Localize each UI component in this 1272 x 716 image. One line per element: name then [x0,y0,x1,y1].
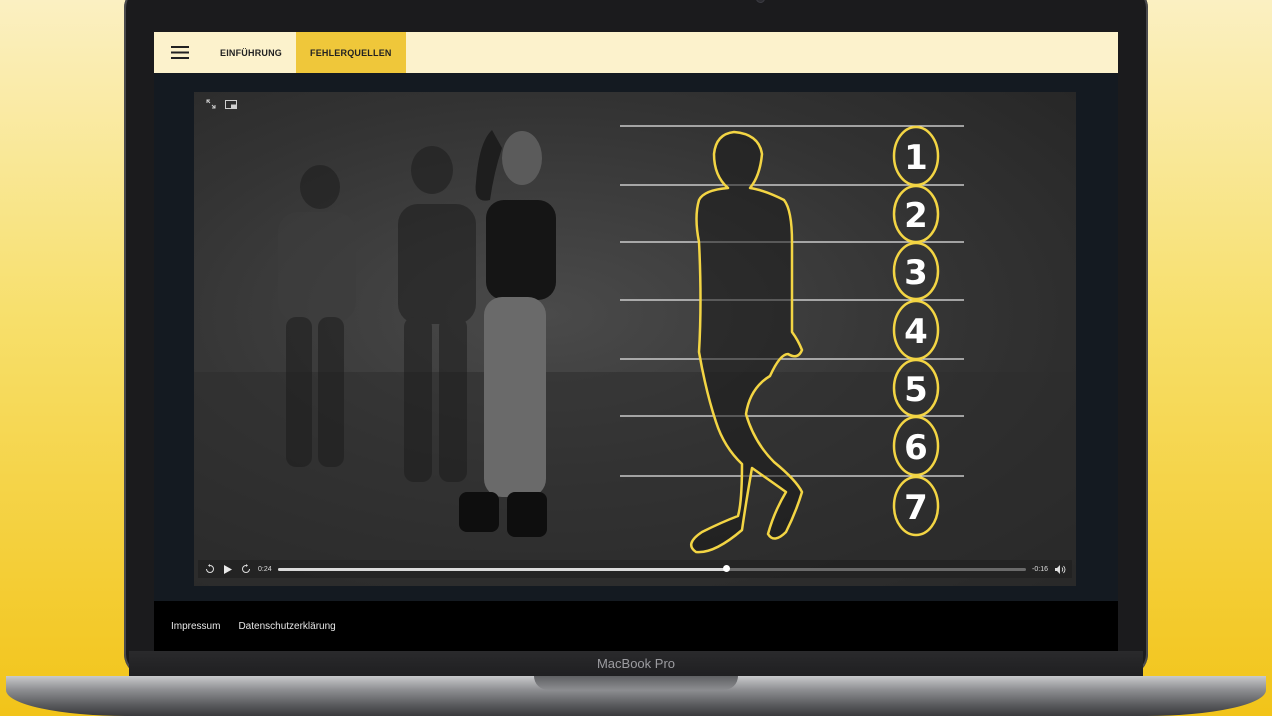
hamburger-icon[interactable] [154,32,206,73]
footer-link-impressum[interactable]: Impressum [171,621,220,632]
tab-fehlerquellen[interactable]: FEHLERQUELLEN [296,32,406,73]
tab-einfuehrung[interactable]: EINFÜHRUNG [206,32,296,73]
progress-thumb[interactable] [723,565,731,572]
section-number-7: 7 [904,488,928,528]
section-number-6: 6 [904,428,928,468]
video-controls: 0:24 -0:16 [198,560,1072,578]
section-number-5: 5 [904,370,928,410]
expand-icon[interactable] [204,98,218,110]
video-player[interactable]: 1 2 3 4 5 6 7 0:24 -0:16 [194,92,1076,586]
top-navigation: EINFÜHRUNG FEHLERQUELLEN [154,32,1118,73]
forward-10-icon[interactable] [240,563,252,575]
progress-fill [277,567,727,571]
laptop-notch [534,676,738,690]
section-number-3: 3 [904,253,928,293]
time-remaining: -0:16 [1032,565,1048,573]
volume-icon[interactable] [1054,563,1066,575]
picture-in-picture-icon[interactable] [224,98,238,110]
time-elapsed: 0:24 [258,565,272,573]
progress-bar[interactable] [277,565,1027,572]
screen: EINFÜHRUNG FEHLERQUELLEN 1 2 3 4 5 6 7 0… [154,32,1118,651]
play-icon[interactable] [222,563,234,575]
device-brand-label: MacBook Pro [596,656,676,671]
section-number-4: 4 [904,312,928,352]
footer: Impressum Datenschutzerklärung [154,601,1118,651]
footer-link-datenschutz[interactable]: Datenschutzerklärung [238,621,335,632]
section-number-1: 1 [904,138,928,178]
content-area: 1 2 3 4 5 6 7 0:24 -0:16 [154,73,1118,601]
laptop-chin: MacBook Pro [129,651,1143,676]
camera-icon [756,0,765,3]
video-tools [204,98,238,110]
section-number-2: 2 [904,196,928,236]
video-frame: 1 2 3 4 5 6 7 [194,125,1076,586]
replay-10-icon[interactable] [204,563,216,575]
